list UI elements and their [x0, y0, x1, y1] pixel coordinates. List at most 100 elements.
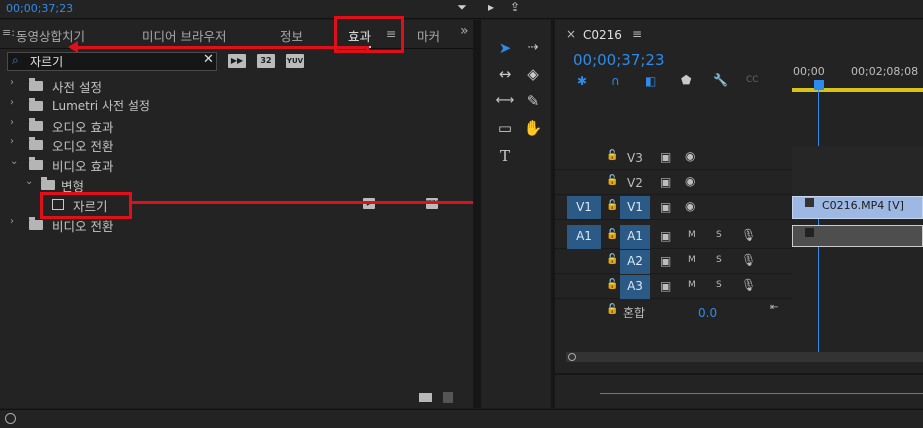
nest-icon[interactable]: ✱	[577, 74, 587, 88]
wrench-icon[interactable]: ▸	[484, 0, 498, 14]
toggle-sync-icon[interactable]: ▣	[660, 200, 671, 214]
toggle-sync-icon[interactable]: ▣	[660, 279, 671, 293]
solo-button[interactable]: S	[716, 255, 722, 265]
tree-item-audio-effects[interactable]: › 오디오 효과	[0, 116, 473, 135]
chevron-right-icon[interactable]: ›	[10, 136, 14, 147]
go-to-in-point-icon[interactable]: ⇤	[770, 302, 778, 313]
new-bin-icon[interactable]	[419, 393, 432, 402]
sequence-tab[interactable]: C0216	[583, 28, 622, 42]
selection-tool-icon[interactable]: ➤	[495, 38, 515, 58]
rectangle-tool-icon[interactable]: ▭	[495, 118, 515, 138]
playhead-timecode[interactable]: 00;00;37;23	[573, 51, 665, 69]
linked-selection-icon[interactable]: ◧	[645, 74, 656, 88]
toggle-sync-icon[interactable]: ▣	[660, 175, 671, 189]
search-icon: ⌕	[12, 53, 19, 67]
mute-button[interactable]: M	[688, 280, 696, 290]
mute-button[interactable]: M	[688, 230, 696, 240]
lock-icon[interactable]: 🔓	[606, 200, 618, 211]
chevron-right-icon[interactable]: ›	[10, 216, 14, 227]
panel-menu-icon[interactable]: ≡:	[2, 26, 15, 39]
ruler-label: 00;00	[793, 65, 825, 78]
tree-item-presets[interactable]: › 사전 설정	[0, 76, 473, 95]
chevron-down-icon[interactable]: ⌄	[10, 156, 18, 167]
timeline-settings-icon[interactable]: 🔧	[713, 73, 728, 87]
audio-clip[interactable]	[792, 225, 923, 247]
hand-tool-icon[interactable]: ✋	[523, 118, 543, 138]
add-marker-icon[interactable]: ⬟	[681, 73, 691, 87]
mix-label: 혼합	[623, 306, 646, 320]
panel-divider[interactable]	[555, 373, 923, 375]
microphone-icon[interactable]: 🎙	[741, 253, 756, 267]
filter-icon[interactable]: ⏷	[455, 0, 469, 14]
microphone-icon[interactable]: 🎙	[741, 278, 756, 292]
captions-icon[interactable]: CC	[746, 75, 759, 85]
yuv-filter-icon[interactable]: YUV	[286, 54, 304, 68]
tab-media-browser[interactable]: 미디어 브라우저	[142, 26, 226, 45]
toggle-sync-icon[interactable]: ▣	[660, 254, 671, 268]
pen-tool-icon[interactable]: ✎	[523, 91, 543, 111]
close-sequence-icon[interactable]: ×	[566, 27, 576, 41]
ruler-label: 00;02;08;08	[851, 65, 919, 78]
fx-badge-icon	[805, 198, 814, 207]
mix-value[interactable]: 0.0	[698, 306, 717, 320]
type-tool-icon[interactable]: T	[495, 146, 515, 166]
source-patch-v1[interactable]: V1	[567, 196, 601, 219]
slip-tool-icon[interactable]: ⟷	[495, 91, 515, 111]
track-a1: A1 🔓 A1 ▣ M S 🎙	[555, 225, 792, 249]
export-icon[interactable]: ⇪	[508, 0, 522, 14]
track-name[interactable]: A1	[620, 225, 650, 249]
effects-search-box[interactable]: ⌕ 자르기 ✕	[7, 52, 217, 71]
sequence-menu-icon[interactable]: ≡	[632, 27, 642, 41]
snap-icon[interactable]: ∩	[611, 74, 620, 88]
eye-icon[interactable]: ◉	[685, 149, 695, 163]
eye-icon[interactable]: ◉	[685, 174, 695, 188]
tree-label: 오디오 효과	[52, 120, 114, 135]
chevron-right-icon[interactable]: ›	[10, 77, 14, 88]
lock-icon[interactable]: 🔓	[606, 175, 618, 186]
clear-search-icon[interactable]: ✕	[203, 52, 214, 67]
tree-item-lumetri-presets[interactable]: › Lumetri 사전 설정	[0, 96, 473, 115]
scroll-handle-icon[interactable]	[568, 353, 576, 361]
status-icon[interactable]	[5, 413, 16, 424]
timeline-scrollbar[interactable]	[566, 352, 923, 362]
track-select-tool-icon[interactable]: ⇢	[523, 38, 543, 58]
track-name[interactable]: A2	[620, 250, 650, 274]
folder-icon	[29, 157, 43, 170]
chevron-down-icon[interactable]: ⌄	[25, 176, 33, 187]
track-name[interactable]: A3	[620, 275, 650, 299]
microphone-icon[interactable]: 🎙	[741, 228, 756, 242]
toggle-sync-icon[interactable]: ▣	[660, 150, 671, 164]
tab-markers[interactable]: 마커	[417, 26, 439, 45]
top-timecode: 00;00;37;23	[6, 2, 74, 15]
panel-divider[interactable]	[473, 20, 481, 408]
source-patch-a1[interactable]: A1	[567, 225, 601, 249]
ripple-edit-tool-icon[interactable]: ↔	[495, 64, 515, 84]
tree-item-video-effects[interactable]: ⌄ 비디오 효과	[0, 155, 473, 174]
status-bar	[0, 409, 923, 428]
razor-tool-icon[interactable]: ◈	[523, 64, 543, 84]
lock-icon[interactable]: 🔓	[606, 150, 618, 161]
playhead-handle[interactable]	[814, 80, 824, 90]
tab-info[interactable]: 정보	[280, 26, 303, 45]
chevron-right-icon[interactable]: ›	[10, 117, 14, 128]
solo-button[interactable]: S	[716, 280, 722, 290]
toggle-sync-icon[interactable]: ▣	[660, 229, 671, 243]
lock-icon[interactable]: 🔓	[606, 279, 618, 290]
work-area-bar[interactable]	[792, 88, 923, 92]
overflow-icon[interactable]: »	[460, 23, 469, 39]
audio-meter-line	[600, 393, 923, 394]
lock-icon[interactable]: 🔓	[606, 229, 618, 240]
tree-item-audio-transitions[interactable]: › 오디오 전환	[0, 135, 473, 154]
chevron-right-icon[interactable]: ›	[10, 97, 14, 108]
lock-icon[interactable]: 🔓	[606, 304, 618, 315]
solo-button[interactable]: S	[716, 230, 722, 240]
lock-icon[interactable]: 🔓	[606, 254, 618, 265]
video-clip[interactable]: C0216.MP4 [V]	[792, 196, 923, 219]
eye-icon[interactable]: ◉	[685, 199, 695, 213]
trash-icon[interactable]	[443, 392, 453, 403]
track-name[interactable]: V1	[620, 196, 650, 219]
32bit-filter-icon[interactable]: 32	[257, 54, 275, 68]
search-input[interactable]: 자르기	[30, 53, 63, 70]
accelerated-effects-icon[interactable]: ▶▶	[228, 54, 246, 68]
mute-button[interactable]: M	[688, 255, 696, 265]
